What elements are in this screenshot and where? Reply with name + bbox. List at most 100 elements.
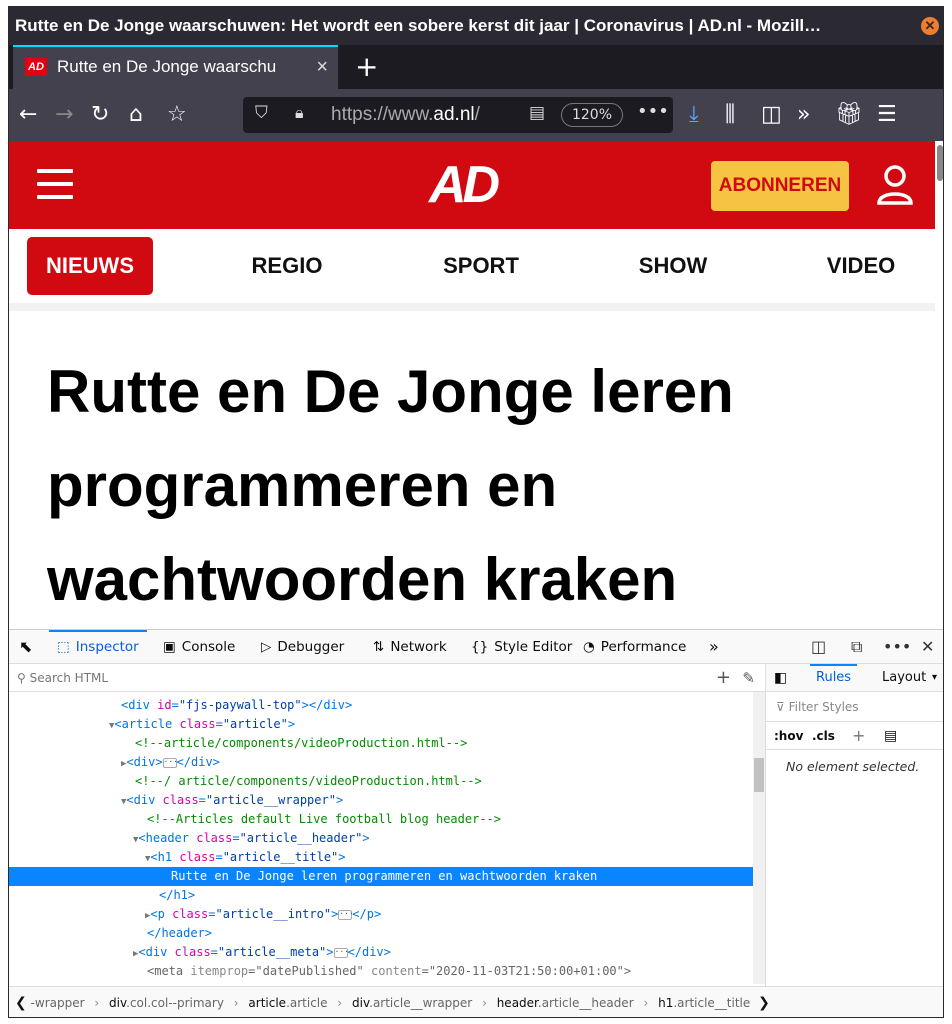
nav-item-sport[interactable]: SPORT [421,237,541,295]
filter-placeholder: Filter Styles [788,700,859,714]
tab-strip: AD Rutte en De Jonge waarschu × + [9,45,943,89]
html-search-placeholder: Search HTML [29,671,109,685]
site-nav: NIEUWS REGIO SPORT SHOW VIDEO [9,229,935,303]
forward-icon[interactable]: → [55,101,73,129]
window-close-icon[interactable]: ✕ [921,17,939,35]
markup-scrollbar[interactable] [753,692,765,984]
print-media-icon[interactable]: ▤ [884,722,897,750]
devtools-menu-icon[interactable]: ••• [883,630,911,664]
bookmark-star-icon[interactable]: ☆ [167,101,187,129]
site-header: AD ABONNEREN [9,141,935,229]
inspector-icon: ⬚ [57,639,70,655]
toggle-pane-icon[interactable]: ◧ [774,664,787,692]
html-search-input[interactable]: ⚲ Search HTML + ✎ [9,664,765,692]
markup-comment[interactable]: <!--article/components/videoProduction.h… [9,734,753,753]
download-icon[interactable]: ⤓ [689,101,699,129]
filter-styles-input[interactable]: ⊽ Filter Styles [766,692,943,722]
markup-line[interactable]: <div id="fjs-paywall-top"></div> [9,696,753,715]
eyedropper-icon[interactable]: ✎ [742,664,755,692]
reader-view-icon[interactable]: ▤ [529,103,545,123]
web-content: AD ABONNEREN NIEUWS REGIO SPORT SHOW VID… [9,141,935,629]
hov-toggle[interactable]: :hov [774,722,803,750]
more-tabs-chevron-icon[interactable]: » [709,630,719,664]
overflow-chevron-icon[interactable]: » [797,101,810,129]
breadcrumb: ❮ -wrapper › div.col.col--primary › arti… [9,986,943,1017]
tab-style-editor[interactable]: {} Style Editor [471,630,572,664]
breadcrumb-item[interactable]: header.article__header [497,996,634,1010]
console-icon: ▣ [163,639,176,655]
gift-icon[interactable]: 🎁︎ [835,101,863,129]
nav-toolbar: ← → ↻ ⌂ ☆ ⛉ 🔒︎ https://www.ad.nl/ ▤ 120%… [9,89,943,141]
nav-item-video[interactable]: VIDEO [801,237,921,295]
markup-pane: ⚲ Search HTML + ✎ <div id="fjs-paywall-t… [9,664,765,986]
nav-item-nieuws[interactable]: NIEUWS [27,237,153,295]
back-icon[interactable]: ← [19,101,37,129]
new-tab-icon[interactable]: + [355,49,378,85]
markup-line[interactable]: </header> [9,924,753,943]
tab-console[interactable]: ▣ Console [163,630,235,664]
markup-line[interactable]: <meta itemprop="datePublished" content="… [9,962,753,981]
rules-sidebar: ◧ Rules Layout ▾ ⊽ Filter Styles :hov .c… [765,664,943,986]
reload-icon[interactable]: ↻ [91,101,109,129]
no-element-message: No element selected. [786,759,920,774]
tab-rules[interactable]: Rules [810,664,858,690]
tab-performance[interactable]: ◔ Performance [583,630,686,664]
article-headline: Rutte en De Jonge leren programmeren en … [47,358,734,613]
network-icon: ⇅ [373,639,385,655]
sidebar-icon[interactable]: ◫ [761,101,782,129]
menu-icon[interactable]: ☰ [877,101,897,129]
cls-toggle[interactable]: .cls [812,722,835,750]
markup-comment[interactable]: <!--/ article/components/videoProduction… [9,772,753,791]
markup-line[interactable]: ▶<p class="article__intro">···</p> [9,905,753,924]
url-bar[interactable]: ⛉ 🔒︎ https://www.ad.nl/ ▤ 120% ••• [243,97,673,133]
markup-selected-text-node[interactable]: Rutte en De Jonge leren programmeren en … [9,867,753,886]
add-rule-icon[interactable]: + [852,722,865,750]
markup-line[interactable]: ▼<h1 class="article__title"> [9,848,753,867]
tab-inspector[interactable]: ⬚ Inspector [49,630,147,664]
dock-icon[interactable]: ◫ [811,630,826,664]
markup-line[interactable]: ▼<div class="article__wrapper"> [9,791,753,810]
subscribe-button[interactable]: ABONNEREN [711,161,849,211]
breadcrumb-left-arrow-icon[interactable]: ❮ [15,995,27,1011]
zoom-level[interactable]: 120% [561,103,623,127]
tab-layout[interactable]: Layout [882,664,926,692]
site-menu-icon[interactable] [37,169,73,199]
tab-close-icon[interactable]: × [316,47,328,87]
sidebar-more-icon[interactable]: ▾ [932,664,937,692]
markup-line[interactable]: </h1> [9,886,753,905]
split-console-icon[interactable]: ⧉ [851,630,862,664]
markup-line[interactable]: ▼<article class="article"> [9,715,753,734]
markup-line[interactable]: ▶<div>···</div> [9,753,753,772]
site-logo[interactable]: AD [429,155,500,215]
url-text[interactable]: https://www.ad.nl/ [331,97,480,133]
shield-icon[interactable]: ⛉ [255,103,268,123]
breadcrumb-item[interactable]: h1.article__title [658,996,750,1010]
window-titlebar: Rutte en De Jonge waarschuwen: Het wordt… [9,7,943,45]
breadcrumb-item[interactable]: div.col.col--primary [109,996,224,1010]
devtools-close-icon[interactable]: ✕ [921,630,934,664]
library-icon[interactable]: ⫼ [725,101,735,129]
element-picker-icon[interactable]: ⬉ [19,630,32,664]
user-account-icon[interactable] [875,163,915,207]
home-icon[interactable]: ⌂ [129,101,143,129]
lock-icon[interactable]: 🔒︎ [295,103,304,123]
markup-line[interactable]: ▼<header class="article__header"> [9,829,753,848]
add-node-icon[interactable]: + [716,664,731,692]
markup-comment[interactable]: <!--Articles default Live football blog … [9,810,753,829]
nav-item-regio[interactable]: REGIO [227,237,347,295]
tab-debugger[interactable]: ▷ Debugger [261,630,344,664]
favicon-icon: AD [25,58,47,76]
breadcrumb-item[interactable]: div.article__wrapper [352,996,472,1010]
sidebar-tabs: ◧ Rules Layout ▾ [766,664,943,692]
breadcrumb-item[interactable]: article.article [248,996,327,1010]
breadcrumb-right-arrow-icon[interactable]: ❯ [758,995,770,1011]
search-icon: ⚲ [17,671,26,685]
breadcrumb-item[interactable]: -wrapper [31,996,85,1010]
article-card: Rutte en De Jonge leren programmeren en … [9,311,935,629]
browser-tab[interactable]: AD Rutte en De Jonge waarschu × [13,45,338,89]
markup-line[interactable]: ▶<div class="article__meta">···</div> [9,943,753,962]
nav-item-show[interactable]: SHOW [613,237,733,295]
page-actions-icon[interactable]: ••• [637,101,669,122]
tab-network[interactable]: ⇅ Network [373,630,447,664]
page-scrollbar[interactable] [935,141,943,629]
